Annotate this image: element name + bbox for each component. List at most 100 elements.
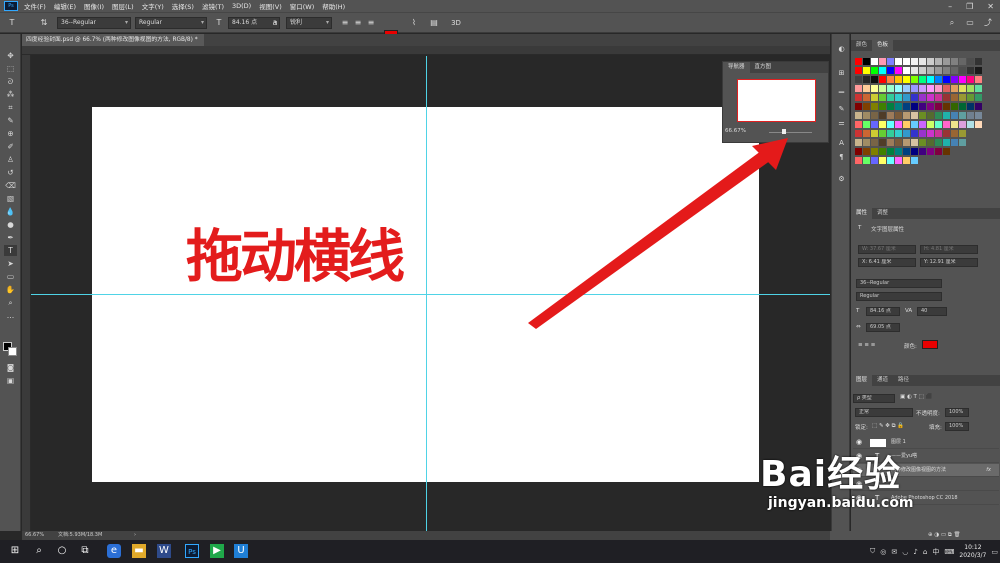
color-swatch[interactable] [863,130,870,137]
layer-filter-icons[interactable]: ▣ ◐ T ⬚ ⬛ [900,394,932,400]
color-swatch[interactable] [895,130,902,137]
color-swatch[interactable] [959,76,966,83]
navigator-thumbnail[interactable] [737,79,816,122]
color-swatch[interactable] [855,67,862,74]
color-swatch[interactable] [863,157,870,164]
color-swatch[interactable] [935,103,942,110]
color-swatch[interactable] [903,112,910,119]
wifi-icon[interactable]: ◡ [902,548,908,556]
color-swatch[interactable] [895,139,902,146]
color-swatch[interactable] [919,58,926,65]
left-ruler[interactable] [22,55,31,531]
eraser-tool-icon[interactable]: ⌫ [4,180,17,191]
color-swatch[interactable] [911,148,918,155]
color-swatch[interactable] [943,112,950,119]
color-swatch[interactable] [895,112,902,119]
browser-icon[interactable]: e [107,544,121,558]
adjust-panel-icon[interactable]: ⚌ [836,118,847,129]
color-swatch[interactable] [871,103,878,110]
color-swatch[interactable] [935,148,942,155]
stamp-tool-icon[interactable]: ♙ [4,154,17,165]
color-swatch[interactable] [895,76,902,83]
file-explorer-icon[interactable]: ▬ [132,544,146,558]
close-icon[interactable]: ✕ [987,2,994,11]
crop-tool-icon[interactable]: ⌗ [4,102,17,113]
layers-footer-icons[interactable]: ⊕ ◑ ▭ ⧉ 🗑 [928,532,961,539]
color-swatch[interactable] [863,67,870,74]
color-swatch[interactable] [935,58,942,65]
tab-swatches[interactable]: 色板 [872,40,894,51]
color-swatch[interactable] [879,157,886,164]
wechat-icon[interactable]: ✉ [891,548,897,556]
color-swatch[interactable] [903,58,910,65]
color-swatch[interactable] [879,67,886,74]
color-swatch[interactable] [871,139,878,146]
color-swatch[interactable] [927,67,934,74]
props-size[interactable]: 84.16 点 [866,307,900,316]
color-swatch[interactable] [967,103,974,110]
color-swatch[interactable] [895,67,902,74]
more-tools-icon[interactable]: … [4,310,17,321]
menu-help[interactable]: 帮助(H) [322,1,345,11]
color-swatch[interactable] [911,58,918,65]
color-swatch[interactable] [911,112,918,119]
text-orientation-icon[interactable]: ⇅ [38,17,50,29]
color-swatch[interactable] [879,85,886,92]
color-swatch[interactable] [975,94,982,101]
color-swatch[interactable] [975,85,982,92]
color-swatch[interactable] [959,139,966,146]
history-brush-icon[interactable]: ↺ [4,167,17,178]
color-swatch[interactable] [943,130,950,137]
brush-tool-icon[interactable]: ✐ [4,141,17,152]
color-swatch[interactable] [911,76,918,83]
color-swatch[interactable] [951,94,958,101]
color-swatch[interactable] [919,67,926,74]
color-swatch[interactable] [927,94,934,101]
color-swatch[interactable] [863,94,870,101]
color-swatch[interactable] [959,121,966,128]
color-swatch[interactable] [855,148,862,155]
lock-icons[interactable]: ⬚ ✎ ✥ ⧉ 🔒 [872,423,904,430]
canvas-text-layer[interactable]: 拖动横线 [186,222,461,282]
color-swatch[interactable] [935,67,942,74]
type-tool-icon[interactable]: T [6,17,18,29]
tool-presets-icon[interactable]: ⚙ [836,174,847,185]
color-swatch[interactable] [927,112,934,119]
menu-view[interactable]: 视图(V) [259,1,282,11]
color-swatch[interactable] [887,67,894,74]
color-swatch[interactable] [911,130,918,137]
color-swatch[interactable] [903,130,910,137]
color-swatch[interactable] [919,103,926,110]
3d-button[interactable]: 3D [448,17,464,29]
blend-mode-select[interactable]: 正常 [855,408,913,417]
color-swatch[interactable] [975,67,982,74]
color-swatch[interactable] [943,67,950,74]
color-swatch[interactable] [975,76,982,83]
color-swatch[interactable] [871,121,878,128]
status-doc-size[interactable]: 文档:5.93M/18.3M [58,531,102,540]
color-swatch[interactable] [879,103,886,110]
color-swatch[interactable] [871,58,878,65]
color-swatch[interactable] [951,139,958,146]
color-swatch[interactable] [959,85,966,92]
menu-type[interactable]: 文字(Y) [142,1,164,11]
menu-select[interactable]: 选择(S) [172,1,194,11]
eyedropper-icon[interactable]: ✎ [4,115,17,126]
lasso-tool-icon[interactable]: ᘐ [4,76,17,87]
color-swatch[interactable] [895,94,902,101]
color-swatch[interactable] [943,76,950,83]
color-swatch[interactable] [975,103,982,110]
visibility-eye-icon[interactable]: ◉ [856,436,864,448]
color-swatch[interactable] [959,112,966,119]
color-swatch[interactable] [871,76,878,83]
cortana-icon[interactable]: ○ [55,544,69,558]
app-icon[interactable]: W [157,544,171,558]
color-swatch[interactable] [943,121,950,128]
tab-color[interactable]: 颜色 [851,40,872,51]
video-app-icon[interactable]: ▶ [210,544,224,558]
color-swatch[interactable] [959,103,966,110]
notification-icon[interactable]: ▭ [991,548,998,556]
color-swatch[interactable] [975,112,982,119]
keyboard-icon[interactable]: ⌨ [944,548,954,556]
color-swatch[interactable] [967,85,974,92]
